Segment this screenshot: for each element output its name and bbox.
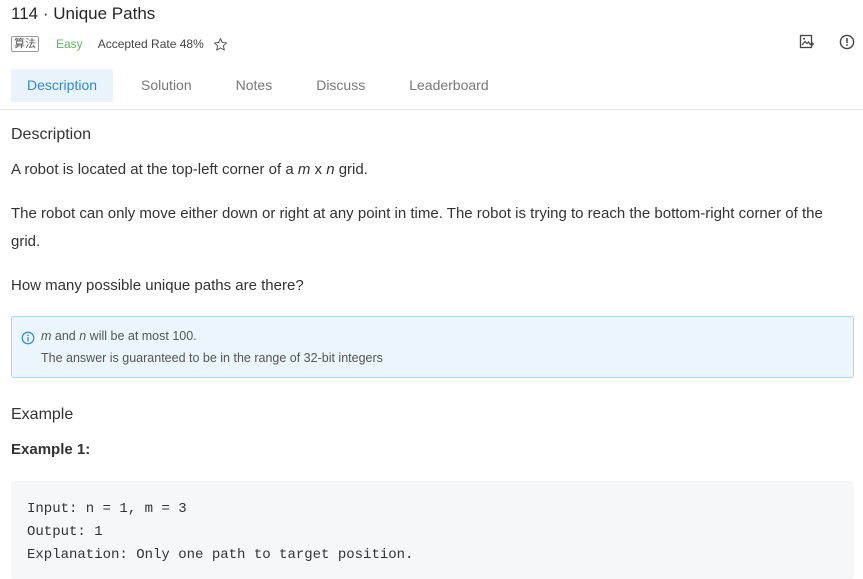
note-box: m and n will be at most 100. The answer … [11,316,854,378]
tab-description[interactable]: Description [11,69,114,102]
var-m: m [297,161,311,178]
problem-meta: 算法 Easy Accepted Rate 48% [11,35,228,53]
p1-text-before: A robot is located at the top-left corne… [11,161,298,178]
description-paragraph-2: The robot can only move either down or r… [11,205,823,250]
tabs-divider [0,109,863,110]
description-paragraph-3: How many possible unique paths are there… [11,277,304,294]
info-icon [21,331,35,345]
category-tag[interactable]: 算法 [11,36,39,52]
example-code-block: Input: n = 1, m = 3 Output: 1 Explanatio… [11,481,854,579]
code-line-explanation: Explanation: Only one path to target pos… [27,547,414,563]
example-1-heading: Example 1: [11,441,91,458]
image-icon[interactable] [799,34,815,50]
problem-title: 114 · Unique Paths [11,4,156,23]
var-n: n [326,161,335,178]
tab-notes[interactable]: Notes [208,69,289,102]
code-line-input: Input: n = 1, m = 3 [27,501,187,517]
example-heading: Example [11,406,74,423]
p1-text-x: x [310,161,327,178]
star-outline-icon[interactable] [213,37,228,52]
info-icon[interactable] [839,34,855,50]
tab-discuss[interactable]: Discuss [288,69,381,102]
note-rest: will be at most 100. [86,329,197,343]
tab-solution[interactable]: Solution [113,69,208,102]
note-var-m: m [41,329,52,343]
note-and: and [51,329,80,343]
tab-leaderboard[interactable]: Leaderboard [381,69,504,102]
note-line-1: m and n will be at most 100. [41,329,197,343]
difficulty-label: Easy [56,37,83,51]
tab-bar: Description Solution Notes Discuss Leade… [11,69,505,102]
top-right-actions [799,34,855,50]
description-heading: Description [11,126,92,143]
code-line-output: Output: 1 [27,524,103,540]
acceptance-rate: Accepted Rate 48% [97,37,204,51]
p1-text-after: grid. [334,161,368,178]
description-paragraph-1: A robot is located at the top-left corne… [11,156,856,184]
note-line-2: The answer is guaranteed to be in the ra… [41,351,383,365]
